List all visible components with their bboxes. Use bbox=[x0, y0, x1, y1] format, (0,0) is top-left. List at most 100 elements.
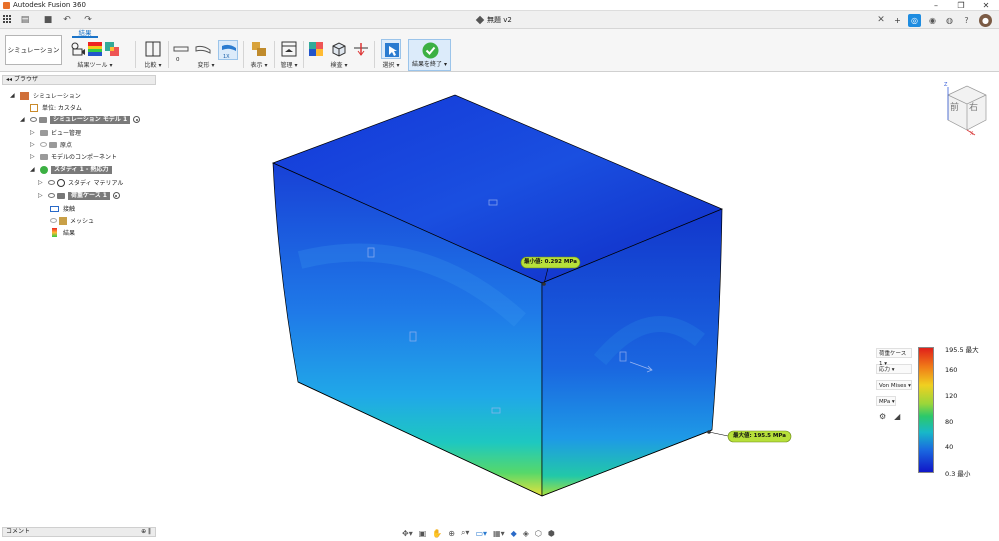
tree-item-study[interactable]: ◢ スタディ 1 - 熱応力 bbox=[30, 164, 112, 175]
grid-icon[interactable]: ▦▾ bbox=[493, 529, 505, 538]
help-icon[interactable]: ? bbox=[960, 14, 973, 27]
compare-group[interactable]: 比較 ▾ bbox=[139, 38, 167, 71]
unit-select[interactable]: MPa ▾ bbox=[876, 396, 896, 406]
visibility-eye-icon[interactable] bbox=[48, 193, 55, 198]
model-icon bbox=[39, 116, 47, 123]
manage-group[interactable]: 管理 ▾ bbox=[277, 38, 301, 71]
tree-item-units[interactable]: 単位: カスタム bbox=[30, 102, 82, 113]
comments-panel[interactable]: コメント ⊕ ‖ bbox=[2, 527, 156, 537]
undo-icon[interactable]: ↶ bbox=[62, 15, 72, 25]
expand-right-icon[interactable]: ▷ bbox=[38, 192, 45, 199]
tree-item-load-case[interactable]: ▷ 荷重ケース 1 bbox=[38, 190, 120, 201]
tree-item-mesh[interactable]: メッシュ bbox=[50, 215, 94, 226]
color-bar-icon[interactable] bbox=[87, 41, 103, 57]
slice-plane-icon[interactable] bbox=[353, 41, 369, 57]
minimize-button[interactable]: – bbox=[924, 0, 948, 11]
user-avatar[interactable]: ● bbox=[979, 14, 992, 27]
legend-color-bar bbox=[918, 347, 934, 473]
viewcube-right-label[interactable]: 右 bbox=[969, 100, 978, 113]
stress-result-model[interactable] bbox=[272, 94, 723, 497]
tree-item-view-management[interactable]: ▷ ビュー管理 bbox=[30, 127, 81, 138]
job-status-icon[interactable]: ◉ bbox=[926, 14, 939, 27]
expand-right-icon[interactable]: ▷ bbox=[30, 153, 37, 160]
notifications-icon[interactable]: ◍ bbox=[943, 14, 956, 27]
display-mode-icon[interactable]: ▭▾ bbox=[475, 529, 487, 538]
tree-label: スタディ マテリアル bbox=[68, 180, 124, 187]
inspect-group[interactable]: 検査 ▾ bbox=[306, 38, 372, 71]
visibility-eye-icon[interactable] bbox=[50, 218, 57, 223]
document-tab[interactable]: 無題 v2 bbox=[475, 15, 512, 25]
visibility-eye-icon[interactable] bbox=[30, 117, 37, 122]
expand-right-icon[interactable]: ▷ bbox=[38, 179, 45, 186]
tree-item-contacts[interactable]: 接触 bbox=[50, 203, 75, 214]
manage-settings-icon[interactable] bbox=[281, 41, 297, 57]
undeformed-icon[interactable] bbox=[173, 41, 189, 57]
finish-results-button[interactable]: 結果を終了 ▾ bbox=[408, 39, 451, 71]
select-group[interactable]: 選択 ▾ bbox=[377, 38, 405, 71]
comments-label: コメント bbox=[6, 528, 31, 535]
stress-criterion-select[interactable]: Von Mises ▾ bbox=[876, 380, 912, 390]
view-icon[interactable]: ⬢ bbox=[548, 529, 555, 538]
restore-button[interactable]: ❐ bbox=[949, 0, 973, 11]
zoom-fit-icon[interactable]: ⊕ bbox=[448, 529, 455, 538]
new-tab-icon[interactable]: + bbox=[891, 14, 904, 27]
add-comment-icon[interactable]: ⊕ ‖ bbox=[141, 528, 151, 536]
data-panel-grid-icon[interactable] bbox=[3, 15, 12, 24]
load-case-select[interactable]: 荷重ケース 1 ▾ bbox=[876, 348, 912, 367]
extensions-icon[interactable]: ◎ bbox=[908, 14, 921, 27]
result-type-select[interactable]: 応力 ▾ bbox=[876, 364, 912, 374]
canvas-viewport[interactable] bbox=[160, 73, 999, 523]
browser-header[interactable]: ◂◂ ブラウザ bbox=[2, 75, 156, 85]
expand-down-icon[interactable]: ◢ bbox=[30, 166, 37, 173]
zoom-icon[interactable]: ⌕▾ bbox=[461, 528, 470, 538]
legend-scale-icon[interactable]: ◢ bbox=[894, 412, 900, 421]
deformed-icon[interactable] bbox=[195, 41, 211, 57]
tree-item-origin[interactable]: ▷ 原点 bbox=[30, 139, 72, 150]
section-view-icon[interactable] bbox=[331, 41, 347, 57]
file-menu-icon[interactable]: ▤ bbox=[20, 15, 30, 25]
tree-item-simulation-model[interactable]: ◢ シミュレーション モデル 1 bbox=[20, 114, 141, 125]
compare-split-icon[interactable] bbox=[145, 41, 161, 57]
visibility-eye-icon[interactable] bbox=[40, 142, 47, 147]
workspace-switcher[interactable]: シミュレーション ▾ bbox=[5, 35, 62, 82]
fusion-logo-icon bbox=[3, 2, 10, 9]
legend-settings-gear-icon[interactable]: ⚙ bbox=[879, 412, 886, 421]
expand-down-icon[interactable]: ◢ bbox=[20, 116, 27, 123]
deform-scale-button[interactable]: 1X bbox=[218, 40, 238, 60]
look-at-icon[interactable]: ▣ bbox=[419, 529, 427, 538]
tree-root-simulation[interactable]: ◢ シミュレーション bbox=[10, 90, 81, 101]
redo-icon[interactable]: ↷ bbox=[83, 15, 93, 25]
display-blocks-icon[interactable] bbox=[251, 41, 267, 57]
pan-icon[interactable]: ✋ bbox=[432, 529, 442, 538]
close-tab-icon[interactable]: ✕ bbox=[876, 15, 886, 25]
tree-item-model-components[interactable]: ▷ モデルのコンポーネント bbox=[30, 151, 117, 162]
animate-camera-icon[interactable] bbox=[70, 41, 86, 57]
tab-results[interactable]: 結果 bbox=[72, 29, 98, 38]
save-icon[interactable]: ■ bbox=[43, 15, 53, 25]
activate-radio-icon[interactable] bbox=[112, 192, 120, 199]
display-group[interactable]: 表示 ▾ bbox=[246, 38, 272, 71]
view-cube-home-icon[interactable]: ◆ bbox=[511, 529, 517, 538]
select-button[interactable] bbox=[381, 39, 401, 59]
expand-right-icon[interactable]: ▷ bbox=[30, 129, 37, 136]
results-plot-icon[interactable] bbox=[104, 41, 120, 57]
deform-group[interactable]: 0 1X 変形 ▾ bbox=[171, 38, 241, 71]
collapse-browser-icon[interactable]: ◂◂ bbox=[6, 76, 14, 83]
viewcube-front-label[interactable]: 前 bbox=[950, 100, 959, 113]
results-tools-group[interactable]: 結果ツール ▾ bbox=[68, 38, 122, 71]
tree-item-study-materials[interactable]: ▷ スタディ マテリアル bbox=[38, 177, 123, 188]
view-icon[interactable]: ⬡ bbox=[535, 529, 542, 538]
view-icon[interactable]: ◈ bbox=[523, 529, 529, 538]
tree-item-results[interactable]: 結果 bbox=[50, 227, 75, 238]
finish-check-icon bbox=[422, 42, 439, 59]
document-cube-icon bbox=[475, 15, 485, 25]
axis-x-label: X bbox=[970, 131, 974, 137]
ribbon-separator bbox=[274, 41, 275, 68]
activate-radio-icon[interactable] bbox=[133, 116, 141, 123]
expand-right-icon[interactable]: ▷ bbox=[30, 141, 37, 148]
orbit-icon[interactable]: ✥▾ bbox=[402, 529, 413, 538]
close-window-button[interactable]: ✕ bbox=[974, 0, 998, 11]
expand-down-icon[interactable]: ◢ bbox=[10, 92, 17, 99]
probe-plot-icon[interactable] bbox=[308, 41, 324, 57]
visibility-eye-icon[interactable] bbox=[48, 180, 55, 185]
